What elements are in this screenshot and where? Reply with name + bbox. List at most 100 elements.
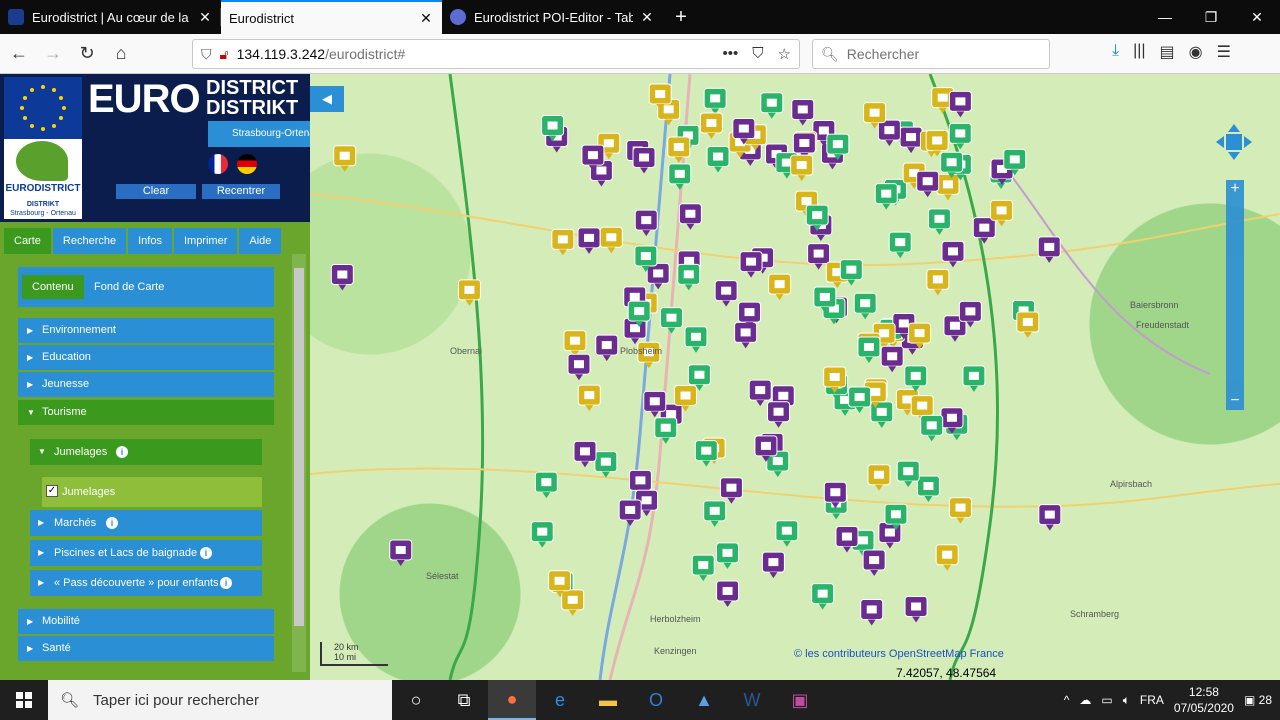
poi-marker-icon[interactable]	[530, 521, 554, 548]
scrollbar-thumb[interactable]	[294, 268, 304, 626]
browser-tab-3[interactable]: Eurodistrict POI-Editor - Tab be ✕	[442, 0, 663, 34]
french-flag-icon[interactable]	[208, 154, 228, 174]
tab-aide[interactable]: Aide	[239, 228, 282, 254]
panel-scrollbar[interactable]	[292, 254, 306, 672]
menu-icon[interactable]: ☰	[1217, 42, 1231, 62]
battery-icon[interactable]: ▭	[1101, 693, 1112, 707]
account-icon[interactable]: ◉	[1189, 42, 1203, 62]
poi-marker-icon[interactable]	[595, 334, 619, 362]
poi-marker-icon[interactable]	[654, 417, 678, 444]
zoom-in-icon[interactable]: +	[1226, 180, 1244, 198]
poi-marker-icon[interactable]	[790, 154, 814, 182]
category-education[interactable]: ▶ Education	[18, 345, 274, 370]
poi-marker-icon[interactable]	[916, 475, 940, 503]
tourisme-piscines[interactable]: ▶ Piscines et Lacs de baignade i	[30, 540, 262, 566]
category-sante[interactable]: ▶ Santé	[18, 636, 274, 661]
url-bar[interactable]: ⛉ 🔓︎ 134.119.3.242 /eurodistrict# ••• ⛉ …	[192, 39, 800, 69]
poi-marker-icon[interactable]	[880, 345, 904, 373]
poi-marker-icon[interactable]	[389, 539, 413, 566]
search-input[interactable]: 🔍︎ Rechercher	[812, 39, 1050, 69]
clear-button[interactable]: Clear	[116, 184, 196, 199]
poi-marker-icon[interactable]	[1037, 236, 1061, 263]
download-icon[interactable]: ⤓	[1112, 42, 1119, 62]
insecure-lock-icon[interactable]: 🔓︎	[220, 46, 229, 63]
poi-marker-icon[interactable]	[761, 551, 785, 579]
tourisme-marches[interactable]: ▶ Marchés i	[30, 510, 262, 536]
poi-marker-icon[interactable]	[634, 209, 658, 237]
poi-marker-icon[interactable]	[948, 90, 972, 118]
category-tourisme[interactable]: ▼ Tourisme	[18, 400, 274, 425]
poi-marker-icon[interactable]	[877, 119, 901, 147]
reload-icon[interactable]: ↻	[72, 39, 102, 69]
poi-marker-icon[interactable]	[916, 170, 940, 198]
clock[interactable]: 12:58 07/05/2020	[1174, 684, 1234, 716]
poi-marker-icon[interactable]	[594, 451, 618, 478]
poi-marker-icon[interactable]	[678, 203, 702, 230]
poi-marker-icon[interactable]	[551, 228, 575, 256]
poi-marker-icon[interactable]	[330, 264, 354, 291]
close-tab-icon[interactable]: ✕	[418, 10, 434, 27]
poi-marker-icon[interactable]	[577, 227, 601, 254]
sidebar-icon[interactable]: ▤	[1160, 42, 1175, 62]
onedrive-icon[interactable]: ☁	[1079, 693, 1091, 707]
show-hidden-icons-icon[interactable]: ^	[1064, 693, 1070, 707]
poi-marker-icon[interactable]	[962, 365, 986, 392]
poi-marker-icon[interactable]	[573, 440, 597, 468]
poi-marker-icon[interactable]	[623, 317, 647, 345]
close-window-icon[interactable]: ✕	[1234, 0, 1280, 34]
poi-marker-icon[interactable]	[534, 471, 558, 499]
bookmark-star-icon[interactable]: ☆	[778, 45, 791, 63]
info-icon[interactable]: i	[106, 517, 118, 529]
pan-control[interactable]	[1216, 124, 1252, 160]
minimize-window-icon[interactable]: —	[1142, 0, 1188, 34]
edge-icon[interactable]: e	[536, 680, 584, 720]
poi-marker-icon[interactable]	[333, 145, 357, 172]
poi-marker-icon[interactable]	[857, 336, 881, 363]
poi-marker-icon[interactable]	[734, 321, 758, 349]
poi-marker-icon[interactable]	[867, 464, 891, 491]
poi-marker-icon[interactable]	[646, 262, 670, 290]
poi-marker-icon[interactable]	[811, 583, 835, 610]
poi-marker-icon[interactable]	[768, 273, 792, 301]
poi-marker-icon[interactable]	[1038, 504, 1062, 531]
pocket-icon[interactable]: ⛉	[752, 45, 763, 63]
poi-marker-icon[interactable]	[561, 589, 585, 616]
poi-marker-icon[interactable]	[904, 595, 928, 623]
tab-carte[interactable]: Carte	[4, 228, 51, 254]
notifications-icon[interactable]: ▣ 28	[1244, 693, 1272, 707]
teams-icon[interactable]: ▣	[776, 680, 824, 720]
firefox-icon[interactable]: ●	[488, 680, 536, 720]
category-mobilite[interactable]: ▶ Mobilité	[18, 609, 274, 634]
poi-marker-icon[interactable]	[760, 92, 784, 119]
category-jeunesse[interactable]: ▶ Jeunesse	[18, 372, 274, 397]
tab-imprimer[interactable]: Imprimer	[173, 228, 238, 254]
back-icon[interactable]: ←	[4, 39, 34, 69]
recenter-button[interactable]: Recentrer	[202, 184, 280, 199]
home-icon[interactable]: ⌂	[106, 39, 136, 69]
poi-marker-icon[interactable]	[791, 98, 815, 126]
shield-icon[interactable]: ⛉	[201, 46, 212, 63]
close-tab-icon[interactable]: ✕	[639, 9, 655, 26]
poi-marker-icon[interactable]	[715, 542, 739, 569]
photos-icon[interactable]: ▲	[680, 680, 728, 720]
poi-marker-icon[interactable]	[714, 280, 738, 307]
poi-marker-icon[interactable]	[691, 554, 715, 582]
poi-marker-icon[interactable]	[860, 598, 884, 626]
outlook-icon[interactable]: O	[632, 680, 680, 720]
info-icon[interactable]: i	[200, 547, 212, 559]
poi-marker-icon[interactable]	[1016, 311, 1040, 338]
poi-marker-icon[interactable]	[563, 330, 587, 357]
file-explorer-icon[interactable]: ▬	[584, 680, 632, 720]
restore-window-icon[interactable]: ❐	[1188, 0, 1234, 34]
poi-marker-icon[interactable]	[703, 500, 727, 527]
jumelages-checkbox[interactable]: ✓	[46, 485, 58, 497]
poi-marker-icon[interactable]	[920, 414, 944, 442]
map-attribution[interactable]: © les contributeurs OpenStreetMap France	[794, 648, 1004, 660]
subtab-fond-de-carte[interactable]: Fond de Carte	[84, 275, 175, 299]
poi-marker-icon[interactable]	[677, 263, 701, 291]
cortana-icon[interactable]: ○	[392, 680, 440, 720]
poi-marker-icon[interactable]	[972, 217, 996, 244]
language-indicator[interactable]: FRA	[1140, 693, 1164, 707]
task-view-icon[interactable]: ⧉	[440, 680, 488, 720]
poi-marker-icon[interactable]	[457, 279, 481, 306]
